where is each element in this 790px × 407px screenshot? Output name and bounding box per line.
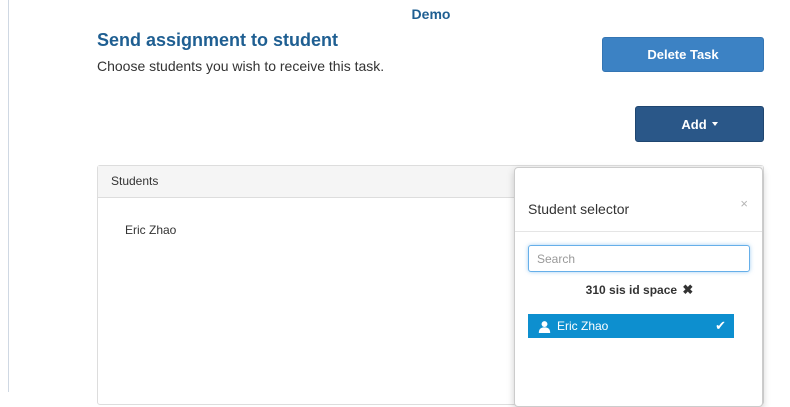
delete-task-label: Delete Task: [647, 47, 719, 62]
student-selector-popover: Student selector × 310 sis id space ✖ Er…: [514, 167, 763, 407]
search-input[interactable]: [528, 245, 750, 272]
page-subtitle: Choose students you wish to receive this…: [97, 58, 385, 74]
check-icon: ✔: [715, 318, 726, 333]
caret-down-icon: [711, 122, 718, 126]
user-icon: [538, 320, 551, 333]
popover-divider: [515, 231, 762, 232]
group-label: 310 sis id space ✖: [515, 282, 764, 298]
app-title: Demo: [411, 6, 451, 22]
student-option-label: Eric Zhao: [557, 319, 609, 333]
delete-task-button[interactable]: Delete Task: [602, 37, 764, 72]
student-row: Eric Zhao: [125, 223, 177, 237]
add-label: Add: [681, 116, 707, 132]
page-title: Send assignment to student: [97, 30, 339, 50]
add-button[interactable]: Add: [635, 106, 764, 142]
left-border-rule: [8, 0, 9, 392]
remove-icon[interactable]: ✖: [682, 282, 693, 297]
student-option-selected[interactable]: Eric Zhao ✔: [528, 314, 734, 338]
student-selector-title: Student selector: [528, 201, 630, 217]
close-icon[interactable]: ×: [740, 196, 748, 211]
group-label-text: 310 sis id space: [585, 283, 678, 297]
